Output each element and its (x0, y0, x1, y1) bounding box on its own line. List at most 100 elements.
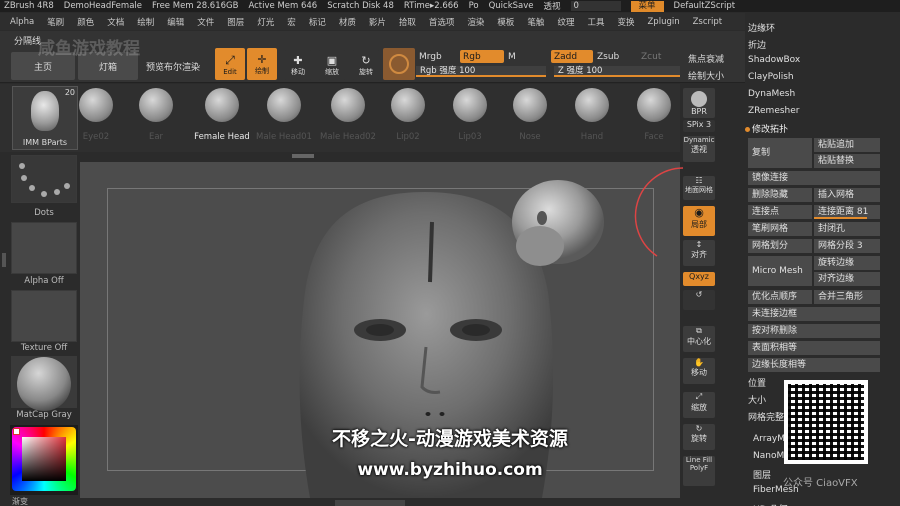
local-button[interactable]: ◉ 局部 (683, 206, 715, 236)
frame-button[interactable]: ⧉ 中心化 (683, 326, 715, 352)
alpha-preview[interactable] (11, 222, 77, 274)
shelf-item[interactable]: Lip03 (440, 88, 500, 142)
paste-append-button[interactable]: 粘贴追加 (814, 138, 880, 152)
menu-item[interactable]: 标记 (309, 16, 326, 28)
transparency-value[interactable]: 0 (570, 1, 621, 11)
mrgb-button[interactable]: Mrgb (419, 52, 442, 62)
palette-section-item[interactable]: ZRemesher (748, 106, 800, 116)
palette-section-item[interactable]: 边缘环 (748, 21, 775, 34)
menu-item[interactable]: 文件 (197, 16, 214, 28)
palette-section-item[interactable]: HD 几何 (753, 502, 788, 506)
position-section[interactable]: 位置 (748, 376, 766, 389)
palette-section-item[interactable]: 折边 (748, 38, 766, 51)
zadd-button[interactable]: Zadd (551, 50, 593, 63)
weld-dist-slider[interactable]: 连接距离 81 (814, 205, 880, 219)
menu-item[interactable]: 纹理 (557, 16, 574, 28)
shelf-item[interactable]: Hand (562, 88, 622, 142)
menu-item[interactable]: 编辑 (167, 16, 184, 28)
left-tray-toggle[interactable] (2, 253, 6, 267)
align-edge-button[interactable]: 对齐边缘 (814, 272, 880, 286)
rotate-mode-icon[interactable]: ↺ (683, 290, 715, 310)
menu-item[interactable]: Alpha (10, 17, 34, 27)
insert-mesh-button[interactable]: 插入网格 (814, 188, 880, 202)
bpr-render-button[interactable]: 预览布尔渲染 (146, 60, 200, 73)
focal-shift-slider[interactable]: 焦点衰减 (688, 52, 724, 65)
m-button[interactable]: M (508, 52, 516, 62)
grid-sub-slider[interactable]: 网格分段 3 (814, 239, 880, 253)
micro-mesh-button[interactable]: Micro Mesh (748, 256, 812, 286)
optimize-points-button[interactable]: 优化点顺序 (748, 290, 812, 304)
menu-item[interactable]: 变换 (617, 16, 634, 28)
close-holes-button[interactable]: 封闭孔 (814, 222, 880, 236)
mesh-from-brush-button[interactable]: 笔刷网格 (748, 222, 812, 236)
menu-item[interactable]: 影片 (369, 16, 386, 28)
rgb-intensity-slider[interactable]: Rgb 强度 100 (416, 66, 546, 77)
floor-button[interactable]: ☷ 地面网格 (683, 176, 715, 200)
default-zscript[interactable]: DefaultZScript (674, 1, 736, 11)
equalize-edge-button[interactable]: 边缘长度相等 (748, 358, 880, 372)
quicksave-button[interactable]: QuickSave (489, 1, 534, 11)
equalize-surface-button[interactable]: 表面积相等 (748, 341, 880, 355)
draw-button[interactable]: ✛ 绘制 (247, 48, 277, 80)
rotate-button[interactable]: ↻ 旋转 (352, 50, 380, 80)
bpr-button[interactable]: BPR (683, 88, 715, 118)
draw-size-slider[interactable]: 绘制大小 (688, 69, 724, 82)
material-swatch[interactable] (383, 48, 415, 80)
menu-item[interactable]: 图层 (227, 16, 244, 28)
menu-item[interactable]: 灯光 (257, 16, 274, 28)
stroke-dots-preview[interactable] (11, 155, 77, 203)
menu-item[interactable]: 宏 (287, 16, 296, 28)
menu-item[interactable]: 颜色 (77, 16, 94, 28)
palette-section-item[interactable]: DynaMesh (748, 89, 795, 99)
rgb-button[interactable]: Rgb (460, 50, 504, 63)
matcap-preview[interactable] (11, 356, 77, 411)
xyz-button[interactable]: Qxyz (683, 272, 715, 286)
delete-by-symmetry-button[interactable]: 按对称删除 (748, 324, 880, 338)
delete-unused-button[interactable]: 未连接边框 (748, 307, 880, 321)
spix-slider[interactable]: SPix 3 (683, 120, 715, 132)
edit-button[interactable]: ⤢ Edit (215, 48, 245, 80)
paste-replace-button[interactable]: 粘贴替换 (814, 154, 880, 168)
move-button[interactable]: ✚ 移动 (284, 50, 312, 80)
viewport-bottom-tray[interactable] (335, 500, 405, 506)
delete-hidden-button[interactable]: 删除隐藏 (748, 188, 812, 202)
zcut-button[interactable]: Zcut (641, 52, 661, 62)
shelf-item[interactable]: Lip02 (378, 88, 438, 142)
palette-section-item[interactable]: ShadowBox (748, 55, 800, 65)
menu-item[interactable]: 渲染 (467, 16, 484, 28)
size-section[interactable]: 大小 (748, 393, 766, 406)
menu-item[interactable]: 材质 (339, 16, 356, 28)
texture-preview[interactable] (11, 290, 77, 342)
shelf-item[interactable]: Female Head (192, 88, 252, 142)
menu-item[interactable]: 工具 (587, 16, 604, 28)
menu-item[interactable]: 绘制 (137, 16, 154, 28)
grid-divide-button[interactable]: 网格划分 (748, 239, 812, 253)
align-button[interactable]: ↕ 对齐 (683, 240, 715, 266)
shelf-item[interactable]: Ear (126, 88, 186, 142)
spin-edge-button[interactable]: 旋转边缘 (814, 256, 880, 270)
shelf-item[interactable]: Male Head01 (254, 88, 314, 142)
move-view-button[interactable]: ✋ 移动 (683, 358, 715, 384)
copy-button[interactable]: 复制 (748, 138, 812, 168)
shelf-item[interactable]: Male Head02 (318, 88, 378, 142)
zsub-button[interactable]: Zsub (597, 52, 619, 62)
menu-item[interactable]: 文档 (107, 16, 124, 28)
menu-item[interactable]: 笔刷 (47, 16, 64, 28)
weld-points-button[interactable]: 连接点 (748, 205, 812, 219)
scale-view-button[interactable]: ⤢ 缩放 (683, 392, 715, 418)
z-intensity-slider[interactable]: Z 强度 100 (554, 66, 680, 77)
shelf-item[interactable]: Eye02 (66, 88, 126, 142)
persp-button[interactable]: Dynamic 透视 (683, 136, 715, 162)
shelf-item[interactable]: Nose (500, 88, 560, 142)
menu-item[interactable]: 笔触 (527, 16, 544, 28)
menu-item[interactable]: Zscript (693, 17, 723, 27)
menu-item[interactable]: Zplugin (647, 17, 679, 27)
shelf-scroll-handle[interactable] (292, 154, 314, 158)
menu-item[interactable]: 首选项 (429, 16, 455, 28)
menu-button[interactable]: 菜单 (630, 0, 664, 12)
menu-item[interactable]: 模板 (497, 16, 514, 28)
scale-button[interactable]: ▣ 缩放 (318, 50, 346, 80)
modify-topology-header[interactable]: 修改拓扑 (745, 122, 788, 135)
palette-section-item[interactable]: ClayPolish (748, 72, 794, 82)
merge-tris-button[interactable]: 合并三角形 (814, 290, 880, 304)
